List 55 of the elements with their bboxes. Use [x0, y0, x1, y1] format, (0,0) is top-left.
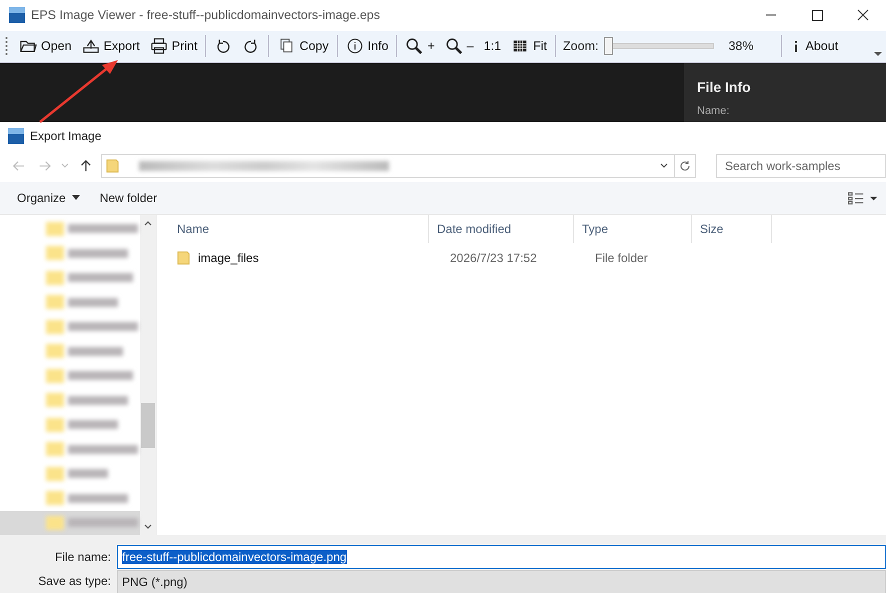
zoom-slider[interactable]: [604, 37, 714, 56]
folder-icon: [106, 158, 120, 173]
file-name-field[interactable]: free-stuff--publicdomainvectors-image.png: [117, 545, 886, 569]
back-icon[interactable]: [12, 158, 26, 172]
type-cell-text: File folder: [594, 250, 649, 264]
file-name-label: File name:: [54, 550, 112, 564]
fit-button[interactable]: Fit: [506, 34, 552, 58]
tray-arrow-icon: [82, 37, 100, 56]
app-icon: [8, 128, 24, 144]
blurred-path[interactable]: [139, 160, 390, 170]
save-type-dropdown[interactable]: PNG (*.png): [117, 570, 886, 593]
folder-icon: [177, 250, 190, 265]
printer-icon: [150, 37, 168, 56]
scrollbar-thumb[interactable]: [141, 403, 155, 448]
actual-size-button[interactable]: 1:1: [478, 36, 506, 56]
scroll-up-icon[interactable]: [144, 220, 152, 226]
zoom-in-button[interactable]: +: [400, 34, 440, 58]
export-button[interactable]: Export: [76, 34, 145, 58]
info-icon: [346, 37, 364, 56]
column-header[interactable]: Size: [692, 214, 772, 242]
overflow-icon[interactable]: [874, 52, 882, 56]
zoom-out-button[interactable]: –: [440, 34, 479, 58]
column-header[interactable]: Name: [169, 214, 429, 242]
copy-button[interactable]: Copy: [272, 34, 334, 58]
caret-icon: [72, 195, 80, 200]
zoom-out-icon: [444, 37, 463, 56]
print-button[interactable]: Print: [144, 34, 202, 58]
info-icon: [794, 40, 798, 52]
up-arrow-icon[interactable]: [79, 158, 94, 172]
search-field[interactable]: Search work-samples: [716, 154, 886, 178]
refresh-icon: [679, 160, 692, 172]
scroll-down-icon[interactable]: [144, 524, 152, 529]
field-label: Name:: [697, 104, 730, 117]
app-icon: [9, 7, 25, 24]
file-name-cell[interactable]: image_files: [190, 250, 442, 264]
refresh-button[interactable]: [674, 154, 696, 178]
zoom-percent: 38%: [728, 39, 754, 54]
panel-title: File Info: [697, 78, 752, 95]
caret-icon[interactable]: [660, 163, 668, 168]
organize-menu[interactable]: Organize: [8, 186, 89, 208]
column-header[interactable]: Date modified: [429, 214, 574, 242]
date-cell-text: 2026/7/23 17:52: [449, 250, 538, 264]
zoom-in-icon: [405, 37, 424, 56]
about-button[interactable]: About: [784, 36, 844, 56]
zoom-label: Zoom:: [563, 39, 598, 54]
open-button[interactable]: Open: [14, 34, 77, 58]
forward-icon[interactable]: [38, 158, 52, 172]
slider-thumb[interactable]: [604, 37, 614, 56]
dialog-title: Export Image: [30, 128, 102, 142]
new-folder-button[interactable]: New folder: [90, 186, 166, 208]
toolbar-grip-icon: [5, 36, 8, 56]
column-header[interactable]: Type: [574, 214, 692, 242]
window-title: EPS Image Viewer - free-stuff--publicdomainvectors-image.eps: [31, 8, 380, 22]
save-type-label: Save as type:: [37, 574, 112, 588]
info-button[interactable]: Info: [340, 34, 394, 58]
